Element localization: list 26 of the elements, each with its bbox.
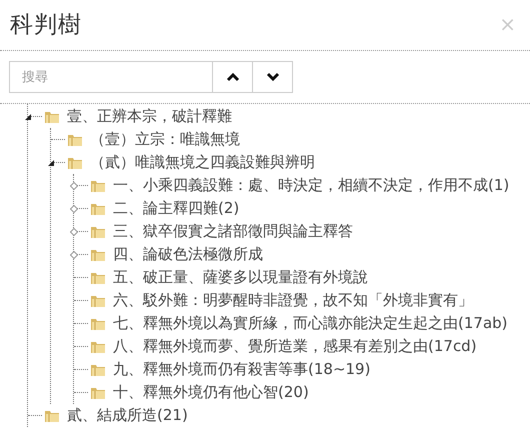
tree-item[interactable]: 二、論主釋四難(2): [111, 198, 242, 219]
tree-item[interactable]: （壹）立宗：唯識無境: [88, 129, 242, 150]
previous-button[interactable]: [213, 61, 253, 93]
search-field[interactable]: 搜尋: [9, 61, 213, 93]
expanded-triangle-icon[interactable]: [47, 159, 55, 167]
tree-item[interactable]: 九、釋無外境而仍有殺害等事(18~19): [111, 359, 372, 380]
chevron-up-icon: [226, 72, 240, 82]
dialog-title: 科判樹: [10, 10, 82, 40]
expanded-triangle-icon[interactable]: [24, 113, 32, 121]
expand-toggle-icon[interactable]: [70, 182, 78, 190]
tree-item[interactable]: 貳、結成所造(21): [65, 405, 190, 426]
expand-toggle-icon[interactable]: [70, 251, 78, 259]
tree-item[interactable]: 六、駁外難：明夢醒時非證覺，故不知「外境非實有」: [111, 290, 475, 311]
tree-item[interactable]: 八、釋無外境而夢、覺所造業，感果有差別之由(17cd): [111, 336, 479, 357]
expand-toggle-icon[interactable]: [70, 228, 78, 236]
tree-item[interactable]: 三、獄卒假實之諸部徵問與論主釋答: [111, 221, 355, 242]
tree-item[interactable]: 五、破正量、薩婆多以現量證有外境說: [111, 267, 370, 288]
tree-item[interactable]: 十、釋無外境仍有他心智(20): [111, 382, 311, 403]
tree-item[interactable]: 壹、正辨本宗，破計釋難: [65, 106, 234, 127]
tree-item[interactable]: 七、釋無外境以為實所緣，而心識亦能決定生起之由(17ab): [111, 313, 510, 334]
tree-item[interactable]: 四、論破色法極微所成: [111, 244, 265, 265]
next-button[interactable]: [253, 61, 293, 93]
tree-item[interactable]: 一、小乘四義設難：處、時決定，相續不決定，作用不成(1): [111, 175, 512, 196]
tree-item[interactable]: （貳）唯識無境之四義設難與辨明: [88, 152, 317, 173]
expand-toggle-icon[interactable]: [70, 205, 78, 213]
chevron-down-icon: [266, 72, 280, 82]
